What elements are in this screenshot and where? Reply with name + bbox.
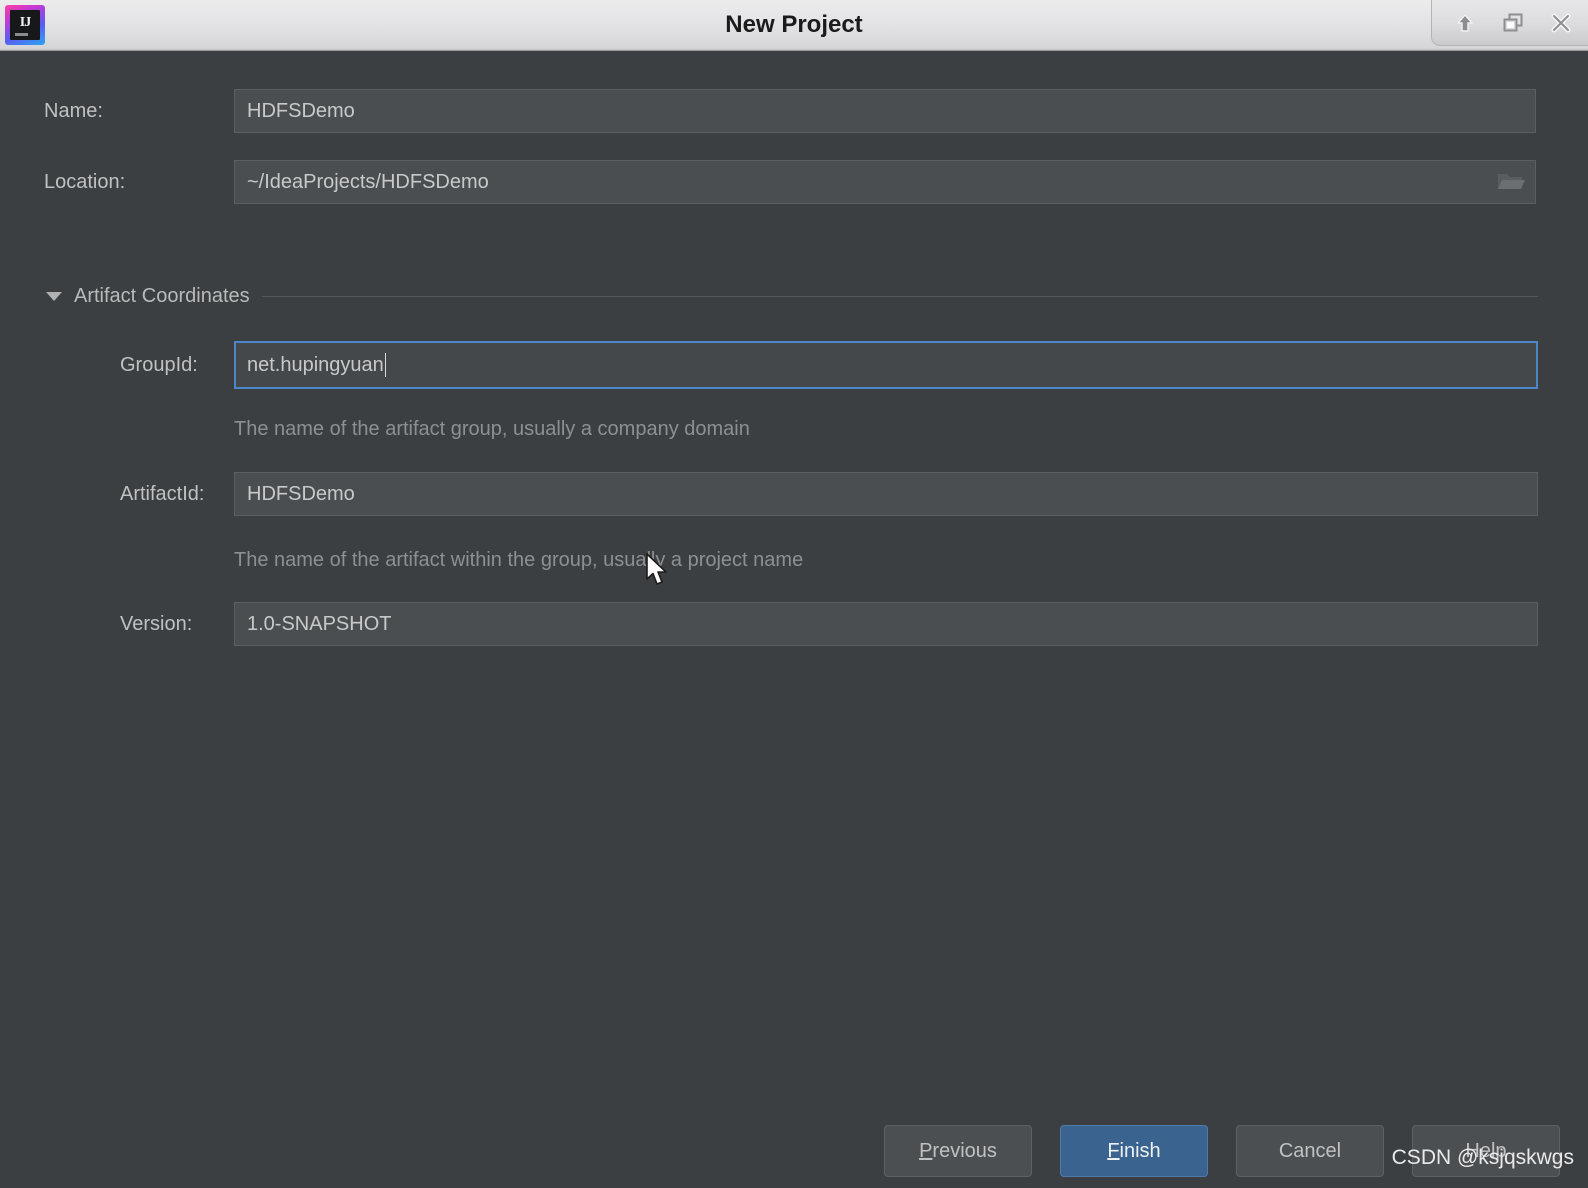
cancel-button-label: Cancel xyxy=(1278,1139,1342,1162)
restore-icon[interactable] xyxy=(1498,8,1528,38)
window-controls xyxy=(1431,0,1588,46)
location-row: Location: ~/IdeaProjects/HDFSDemo xyxy=(44,160,1538,204)
location-input-value: ~/IdeaProjects/HDFSDemo xyxy=(247,170,489,193)
group-id-input-value: net.hupingyuan xyxy=(247,353,384,376)
artifact-id-helper-text: The name of the artifact within the grou… xyxy=(234,549,804,571)
dialog-button-bar: Previous Finish Cancel Help xyxy=(0,1110,1588,1188)
finish-button-mnemonic: F xyxy=(1107,1139,1120,1162)
version-input[interactable]: 1.0-SNAPSHOT xyxy=(234,602,1538,646)
location-input[interactable]: ~/IdeaProjects/HDFSDemo xyxy=(234,160,1536,204)
artifact-coordinates-section-header[interactable]: Artifact Coordinates xyxy=(46,285,1538,308)
name-row: Name: HDFSDemo xyxy=(44,89,1538,133)
intellij-idea-app-icon: IJ xyxy=(5,5,45,45)
artifact-id-label: ArtifactId: xyxy=(120,482,205,505)
group-id-helper-text: The name of the artifact group, usually … xyxy=(234,418,750,440)
version-row: Version: 1.0-SNAPSHOT xyxy=(120,602,1538,646)
artifact-id-input[interactable]: HDFSDemo xyxy=(234,472,1538,516)
folder-icon[interactable] xyxy=(1487,161,1535,203)
artifact-id-row: ArtifactId: HDFSDemo xyxy=(120,472,1538,516)
chevron-down-icon[interactable] xyxy=(46,292,62,301)
section-divider xyxy=(261,296,1538,297)
new-project-dialog: Name: HDFSDemo Location: ~/IdeaProjects/… xyxy=(0,51,1588,1188)
group-id-input[interactable]: net.hupingyuan xyxy=(234,341,1538,389)
finish-button-label: inish xyxy=(1119,1139,1161,1162)
location-label: Location: xyxy=(44,170,126,193)
app-icon-label: IJ xyxy=(19,15,31,30)
group-id-row: GroupId: net.hupingyuan xyxy=(120,341,1538,389)
name-label: Name: xyxy=(44,99,103,122)
version-input-value: 1.0-SNAPSHOT xyxy=(247,612,392,635)
previous-button[interactable]: Previous xyxy=(884,1125,1032,1177)
help-button[interactable]: Help xyxy=(1412,1125,1560,1177)
name-input[interactable]: HDFSDemo xyxy=(234,89,1536,133)
group-id-label: GroupId: xyxy=(120,353,198,376)
close-icon[interactable] xyxy=(1546,8,1576,38)
app-icon-underbar xyxy=(15,33,28,36)
help-button-label: Help xyxy=(1465,1139,1507,1162)
finish-button[interactable]: Finish xyxy=(1060,1125,1208,1177)
minimize-up-icon[interactable] xyxy=(1450,8,1480,38)
text-caret xyxy=(384,353,386,377)
app-icon-glyph: IJ xyxy=(10,10,40,40)
name-input-value: HDFSDemo xyxy=(247,99,355,122)
version-label: Version: xyxy=(120,612,193,635)
artifact-coordinates-label: Artifact Coordinates xyxy=(74,285,250,307)
window-title: New Project xyxy=(725,11,863,38)
window-titlebar: IJ New Project xyxy=(0,0,1588,51)
artifact-id-input-value: HDFSDemo xyxy=(247,482,355,505)
cancel-button[interactable]: Cancel xyxy=(1236,1125,1384,1177)
previous-button-mnemonic: P xyxy=(919,1139,933,1162)
previous-button-label: revious xyxy=(932,1139,997,1162)
